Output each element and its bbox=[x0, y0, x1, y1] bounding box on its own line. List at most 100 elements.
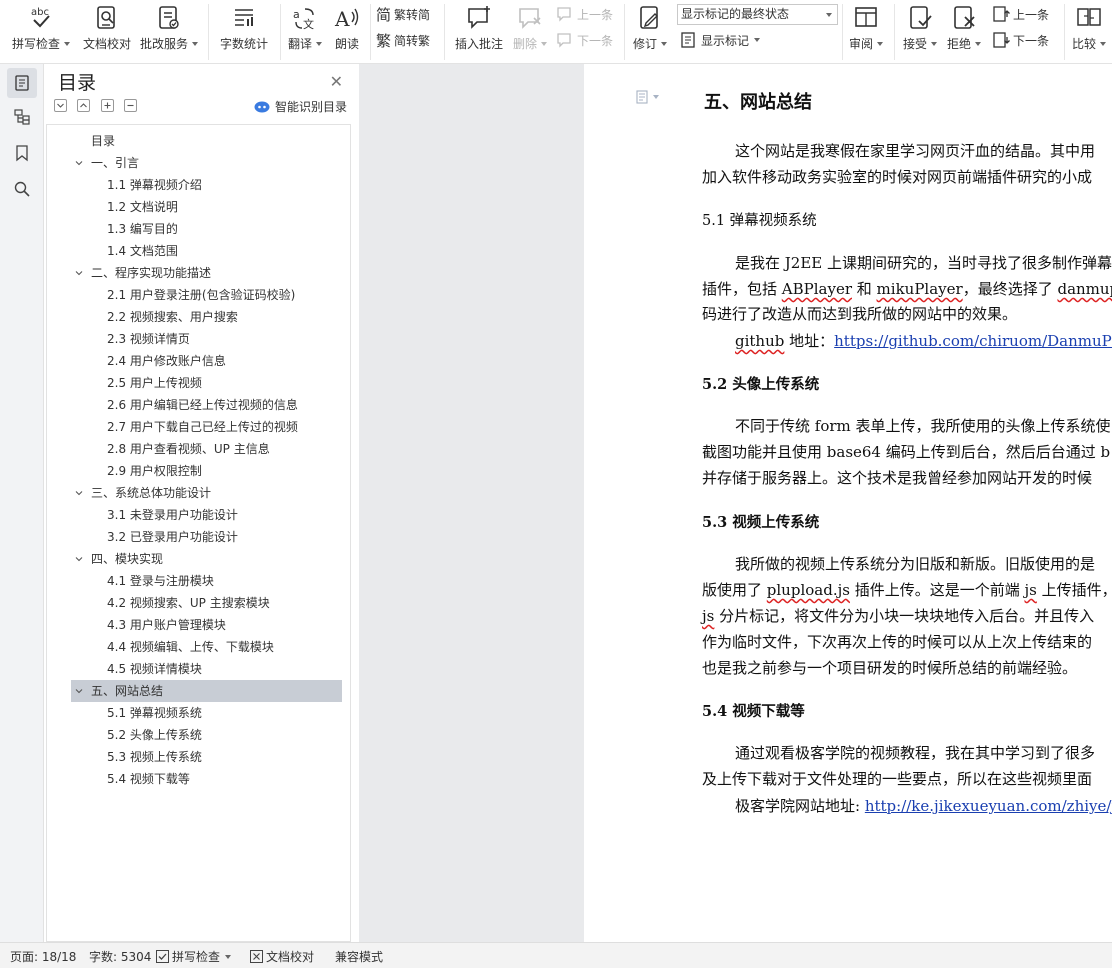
search-nav-button[interactable] bbox=[7, 174, 37, 204]
chevron-down-icon[interactable] bbox=[75, 555, 83, 563]
remove-item-button[interactable] bbox=[124, 99, 137, 112]
jikexueyuan-link[interactable]: http://ke.jikexueyuan.com/zhiye/javaw bbox=[865, 797, 1112, 815]
plus-icon bbox=[104, 102, 111, 109]
toc-item-selected[interactable]: 五、网站总结 bbox=[71, 680, 342, 702]
prev-change-button[interactable]: 上一条 bbox=[992, 4, 1049, 24]
toc-item[interactable]: 2.3 视频详情页 bbox=[107, 328, 190, 350]
reject-label: 拒绝 bbox=[946, 37, 971, 51]
spelling-flag: js bbox=[1024, 581, 1037, 599]
toc-item[interactable]: 2.9 用户权限控制 bbox=[107, 460, 202, 482]
next-comment-button[interactable]: 下一条 bbox=[556, 30, 613, 50]
smart-toc-label: 智能识别目录 bbox=[274, 100, 347, 114]
word-count-button[interactable]: 字数统计 bbox=[216, 0, 272, 60]
delete-comment-button[interactable]: 删除 bbox=[510, 0, 550, 60]
toc-item[interactable]: 1.3 编写目的 bbox=[107, 218, 178, 240]
accept-button[interactable]: 接受 bbox=[900, 0, 940, 60]
chevron-down-icon[interactable] bbox=[75, 269, 83, 277]
simp-to-trad-button[interactable]: 繁 简转繁 bbox=[376, 30, 430, 50]
toc-item[interactable]: 3.1 未登录用户功能设计 bbox=[107, 504, 238, 526]
toc-item[interactable]: 2.2 视频搜索、用户搜索 bbox=[107, 306, 238, 328]
toc-item[interactable]: 二、程序实现功能描述 bbox=[75, 262, 211, 284]
toc-item[interactable]: 5.3 视频上传系统 bbox=[107, 746, 202, 768]
subsection-heading: 5.3 视频上传系统 bbox=[702, 514, 820, 531]
toc-item[interactable]: 2.8 用户查看视频、UP 主信息 bbox=[107, 438, 270, 460]
ribbon-divider bbox=[624, 4, 625, 60]
paragraph-line: 插件，包括 ABPlayer 和 mikuPlayer，最终选择了 danmup… bbox=[702, 278, 1112, 299]
track-changes-button[interactable]: 修订 bbox=[630, 0, 670, 60]
add-item-button[interactable] bbox=[101, 99, 114, 112]
toc-item[interactable]: 2.4 用户修改账户信息 bbox=[107, 350, 226, 372]
toc-tree: 目录 一、引言 1.1 弹幕视频介绍 1.2 文档说明 1.3 编写目的 1.4… bbox=[46, 124, 351, 942]
toc-item[interactable]: 2.5 用户上传视频 bbox=[107, 372, 202, 394]
github-link[interactable]: https://github.com/chiruom/DanmuPlayer/ bbox=[834, 332, 1112, 350]
show-markup-icon bbox=[681, 32, 695, 48]
minus-icon bbox=[127, 104, 134, 107]
toc-item[interactable]: 4.4 视频编辑、上传、下载模块 bbox=[107, 636, 274, 658]
chapter-nav-button[interactable] bbox=[7, 102, 37, 132]
review-pane-button[interactable]: 审阅 bbox=[846, 0, 886, 60]
next-change-label: 下一条 bbox=[1013, 33, 1050, 48]
insert-comment-icon bbox=[468, 6, 490, 29]
document-page[interactable]: 五、网站总结 这个网站是我寒假在家里学习网页汗血的结晶。其中用 加入软件移动政务… bbox=[584, 64, 1112, 942]
batch-service-button[interactable]: 批改服务 bbox=[138, 0, 200, 60]
chevron-down-icon[interactable] bbox=[75, 159, 83, 167]
toc-item[interactable]: 三、系统总体功能设计 bbox=[75, 482, 211, 504]
toc-item[interactable]: 1.1 弹幕视频介绍 bbox=[107, 174, 202, 196]
track-changes-label: 修订 bbox=[632, 37, 657, 51]
toc-item[interactable]: 一、引言 bbox=[75, 152, 139, 174]
read-aloud-button[interactable]: A 朗读 bbox=[330, 0, 364, 60]
toc-item[interactable]: 2.7 用户下载自己已经上传过的视频 bbox=[107, 416, 298, 438]
toc-item[interactable]: 1.2 文档说明 bbox=[107, 196, 178, 218]
markup-state-select[interactable]: 显示标记的最终状态 bbox=[677, 4, 838, 25]
word-count-indicator[interactable]: 字数: 5304 bbox=[89, 948, 151, 965]
toc-item[interactable]: 3.2 已登录用户功能设计 bbox=[107, 526, 238, 548]
paragraph-line: 作为临时文件，下次再次上传的时候可以从上次上传结束的 bbox=[702, 633, 1093, 651]
toc-panel-title: 目录 bbox=[58, 72, 97, 94]
status-doc-proof-button[interactable]: 文档校对 bbox=[250, 948, 314, 965]
toc-item[interactable]: 4.2 视频搜索、UP 主搜索模块 bbox=[107, 592, 270, 614]
bookmark-nav-button[interactable] bbox=[7, 138, 37, 168]
paragraph-line: 通过观看极客学院的视频教程，我在其中学习到了很多 bbox=[735, 744, 1096, 762]
chevron-down-icon[interactable] bbox=[75, 489, 83, 497]
toc-item[interactable]: 4.1 登录与注册模块 bbox=[107, 570, 214, 592]
simp-convert-label: 简转繁 bbox=[394, 33, 431, 48]
prev-comment-button[interactable]: 上一条 bbox=[556, 4, 613, 24]
toc-item[interactable]: 2.6 用户编辑已经上传过视频的信息 bbox=[107, 394, 298, 416]
expand-all-button[interactable] bbox=[77, 99, 90, 112]
show-markup-button[interactable]: 显示标记 bbox=[680, 30, 761, 50]
next-change-button[interactable]: 下一条 bbox=[992, 30, 1049, 50]
toc-item[interactable]: 四、模块实现 bbox=[75, 548, 163, 570]
toc-item[interactable]: 1.4 文档范围 bbox=[107, 240, 178, 262]
toc-item[interactable]: 5.4 视频下载等 bbox=[107, 768, 190, 790]
word-count-label: 字数统计 bbox=[219, 37, 268, 51]
trad-to-simp-button[interactable]: 简 繁转简 bbox=[376, 4, 430, 24]
close-icon[interactable]: ✕ bbox=[330, 72, 343, 91]
paragraph-line: 截图功能并且使用 base64 编码上传到后台，然后后台通过 b bbox=[702, 443, 1111, 461]
toc-item[interactable]: 4.5 视频详情模块 bbox=[107, 658, 202, 680]
status-spellcheck-button[interactable]: 拼写检查 bbox=[156, 948, 232, 965]
svg-text:a: a bbox=[293, 8, 300, 21]
page-indicator[interactable]: 页面: 18/18 bbox=[10, 948, 76, 965]
reject-icon bbox=[954, 6, 975, 29]
toc-nav-button[interactable] bbox=[7, 68, 37, 98]
compare-button[interactable]: 比较 bbox=[1068, 0, 1110, 60]
toc-item[interactable]: 2.1 用户登录注册(包含验证码校验) bbox=[107, 284, 295, 306]
translate-button[interactable]: a 文 翻译 bbox=[286, 0, 324, 60]
paragraph-menu-button[interactable] bbox=[636, 90, 659, 104]
spellcheck-button[interactable]: abc 拼写检查 bbox=[10, 0, 72, 60]
reject-button[interactable]: 拒绝 bbox=[944, 0, 984, 60]
toc-item[interactable]: 5.2 头像上传系统 bbox=[107, 724, 202, 746]
toc-item[interactable]: 5.1 弹幕视频系统 bbox=[107, 702, 202, 724]
smart-toc-button[interactable]: 智能识别目录 bbox=[254, 98, 347, 115]
toc-item[interactable]: 4.3 用户账户管理模块 bbox=[107, 614, 226, 636]
chapter-tree-icon bbox=[14, 109, 30, 125]
navigation-strip bbox=[0, 64, 44, 942]
spelling-flag: ABPlayer bbox=[781, 280, 852, 298]
toc-item[interactable]: 目录 bbox=[91, 130, 115, 152]
collapse-all-button[interactable] bbox=[54, 99, 67, 112]
review-pane-label: 审阅 bbox=[848, 37, 873, 51]
chevron-down-icon[interactable] bbox=[75, 687, 83, 695]
doc-proof-button[interactable]: 文档校对 bbox=[80, 0, 134, 60]
paragraph-line: 也是我之前参与一个项目研发的时候所总结的前端经验。 bbox=[702, 659, 1078, 677]
insert-comment-button[interactable]: 插入批注 bbox=[450, 0, 508, 60]
